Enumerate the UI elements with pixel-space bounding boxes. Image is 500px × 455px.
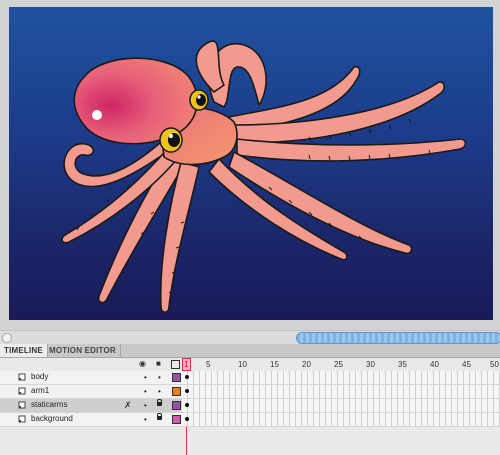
- ruler-label: 30: [366, 360, 375, 369]
- lock-dot[interactable]: •: [158, 388, 161, 396]
- ruler-label: 15: [270, 360, 279, 369]
- keyframe[interactable]: [185, 417, 189, 421]
- octopus-eye: [159, 127, 183, 153]
- ruler-label: 40: [430, 360, 439, 369]
- scroll-thumb[interactable]: [296, 332, 500, 344]
- layer-frames[interactable]: [182, 399, 500, 412]
- timeline-panel: TIMELINE MOTION EDITOR ◉ ■ 5 10 15 20 25…: [0, 344, 500, 455]
- layer-icon: [18, 373, 26, 381]
- lock-icon[interactable]: [157, 413, 162, 420]
- layer-frames[interactable]: [182, 413, 500, 426]
- ruler-label: 35: [398, 360, 407, 369]
- frame-ruler[interactable]: 5 10 15 20 25 30 35 40 45 50: [180, 358, 500, 370]
- lock-dot[interactable]: •: [158, 374, 161, 382]
- keyframe[interactable]: [185, 375, 189, 379]
- visibility-dot[interactable]: •: [144, 388, 147, 396]
- eye-icon[interactable]: ◉: [139, 360, 146, 368]
- outline-icon[interactable]: [171, 360, 180, 369]
- scroll-left-cap[interactable]: [2, 333, 12, 343]
- visibility-dot[interactable]: •: [144, 402, 147, 410]
- layer-icon: [18, 401, 26, 409]
- layer-row-body[interactable]: body • •: [0, 371, 500, 385]
- ruler-label: 5: [206, 360, 211, 369]
- pencil-disabled-icon: ✗: [124, 400, 132, 410]
- layer-row-arm1[interactable]: arm1 • •: [0, 385, 500, 399]
- ruler-label: 25: [334, 360, 343, 369]
- layer-color-swatch[interactable]: [172, 401, 181, 410]
- layer-icon: [18, 415, 26, 423]
- layer-name[interactable]: staticarms: [31, 400, 67, 409]
- layer-color-swatch[interactable]: [172, 373, 181, 382]
- keyframe[interactable]: [185, 389, 189, 393]
- layer-name[interactable]: background: [31, 414, 73, 423]
- keyframe[interactable]: [185, 403, 189, 407]
- octopus-eye: [189, 89, 209, 111]
- stage-horizontal-scrollbar[interactable]: [0, 330, 500, 345]
- stage-canvas[interactable]: [9, 7, 493, 320]
- layer-frames[interactable]: [182, 385, 500, 398]
- layer-icon: [18, 387, 26, 395]
- visibility-dot[interactable]: •: [144, 374, 147, 382]
- octopus-arm: [236, 138, 467, 162]
- ruler-label: 10: [238, 360, 247, 369]
- tab-motion-editor[interactable]: MOTION EDITOR: [45, 344, 121, 357]
- stage-area[interactable]: [0, 0, 500, 330]
- visibility-dot[interactable]: •: [144, 416, 147, 424]
- layer-row-background[interactable]: background •: [0, 413, 500, 427]
- timeline-tabs: TIMELINE MOTION EDITOR: [0, 344, 500, 358]
- octopus-arm: [195, 40, 225, 93]
- layer-color-swatch[interactable]: [172, 415, 181, 424]
- ruler-label: 50: [490, 360, 499, 369]
- tab-timeline[interactable]: TIMELINE: [0, 344, 48, 357]
- layer-color-swatch[interactable]: [172, 387, 181, 396]
- head-highlight: [92, 110, 102, 120]
- ruler-label: 45: [462, 360, 471, 369]
- layer-name[interactable]: arm1: [31, 386, 49, 395]
- lock-icon[interactable]: [157, 399, 162, 406]
- layer-name[interactable]: body: [31, 372, 48, 381]
- layer-frames[interactable]: [182, 371, 500, 384]
- ruler-label: 20: [302, 360, 311, 369]
- lock-icon[interactable]: ■: [156, 360, 161, 368]
- octopus-artwork[interactable]: [9, 7, 493, 320]
- layer-row-staticarms[interactable]: staticarms ✗ •: [0, 399, 500, 413]
